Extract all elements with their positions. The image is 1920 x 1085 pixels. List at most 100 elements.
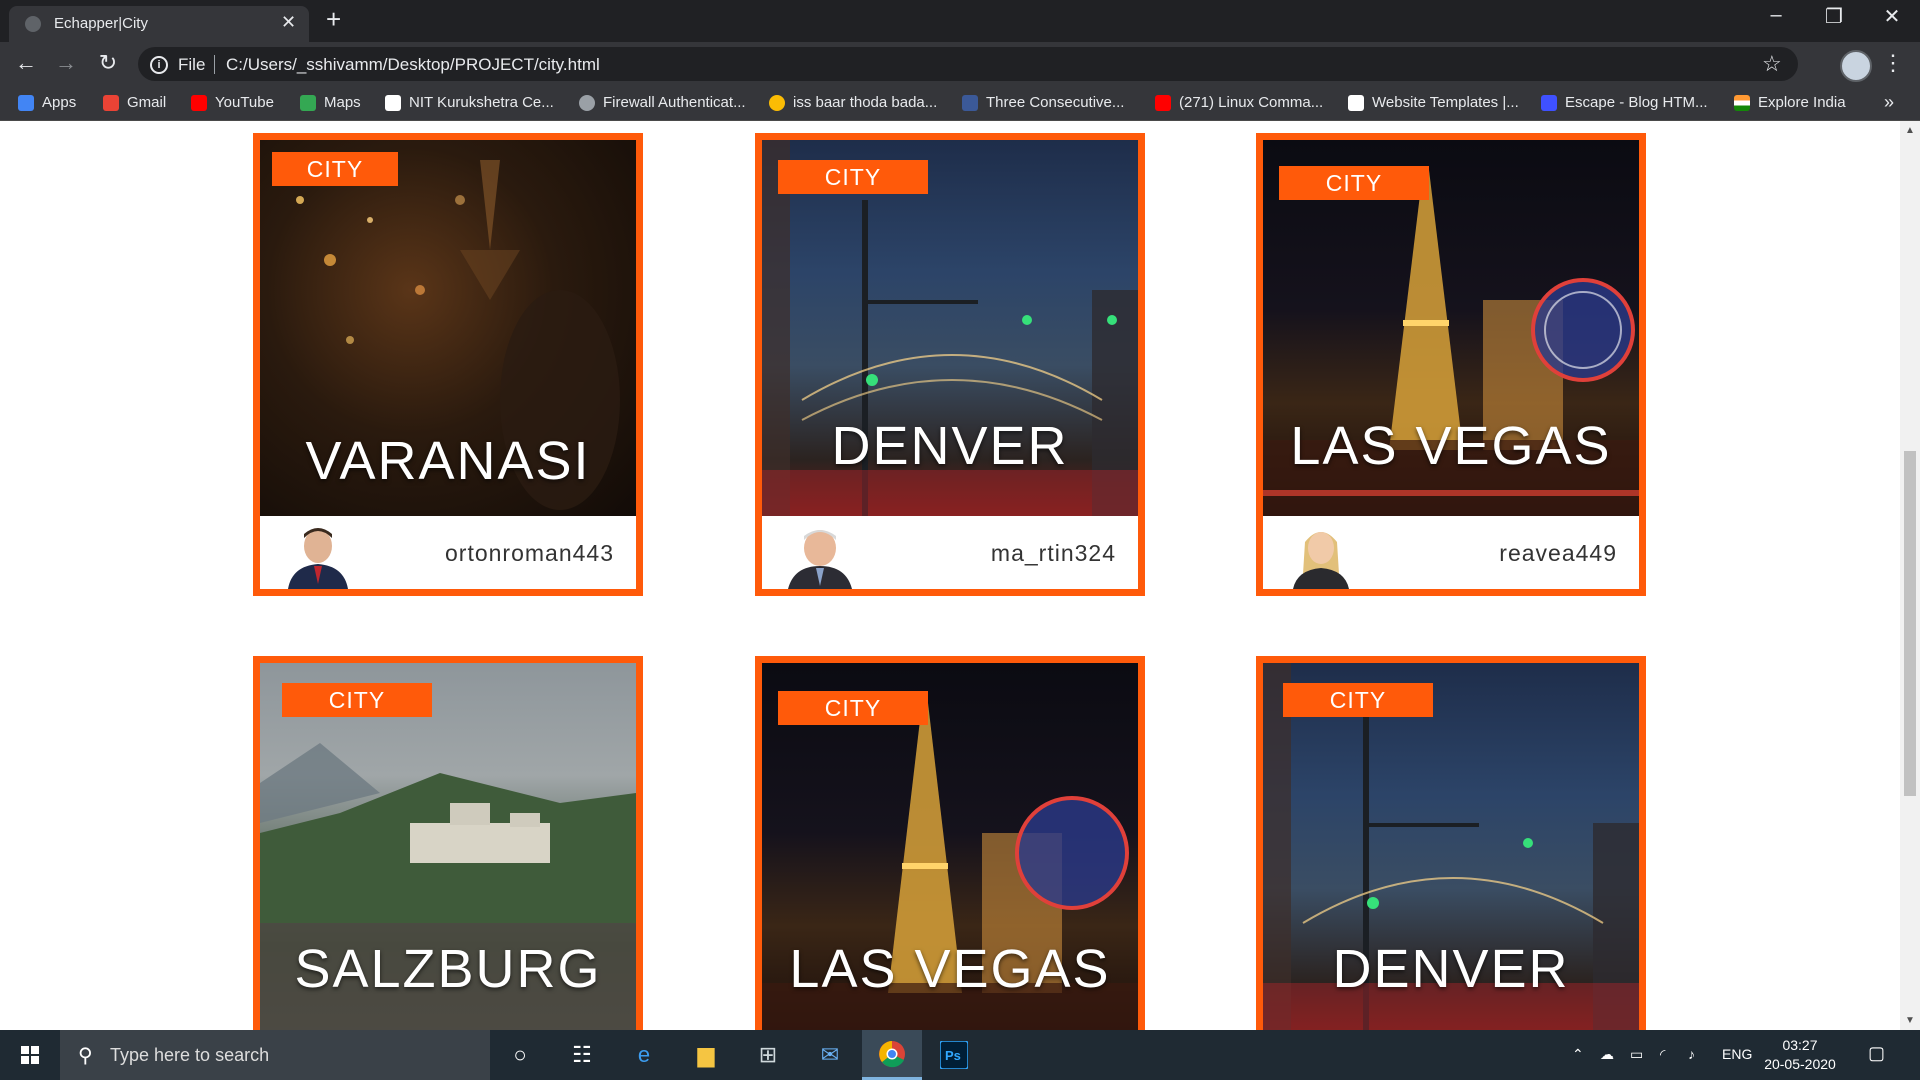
bookmark-label: Three Consecutive... (986, 94, 1125, 111)
restore-icon[interactable]: ❐ (1806, 4, 1862, 29)
back-icon[interactable]: ← (10, 50, 42, 76)
store-icon[interactable]: ⊞ (738, 1030, 798, 1080)
bookmark-iss-baar[interactable]: iss baar thoda bada... (769, 94, 937, 111)
mail-icon[interactable]: ✉ (800, 1030, 860, 1080)
bookmark-firewall[interactable]: Firewall Authenticat... (579, 94, 746, 111)
scroll-down-arrow-icon[interactable]: ▼ (1900, 1015, 1920, 1026)
forward-icon[interactable]: → (50, 50, 82, 76)
city-card[interactable]: CITY DENVER ma_rtin324 (755, 133, 1145, 596)
taskbar-search-box[interactable]: ⚲ Type here to search (60, 1030, 490, 1080)
bookmark-gmail[interactable]: Gmail (103, 94, 166, 111)
smiley-icon (769, 94, 785, 111)
notifications-icon[interactable]: ▢ (1868, 1043, 1885, 1064)
bookmark-three-consecutive[interactable]: Three Consecutive... (962, 94, 1124, 111)
city-image: CITY LAS VEGAS (1263, 140, 1639, 516)
address-bar[interactable]: i File C:/Users/_sshivamm/Desktop/PROJEC… (138, 47, 1798, 81)
city-card[interactable]: CITY LAS VEGAS (755, 656, 1145, 1030)
system-clock[interactable]: 03:27 20-05-2020 (1752, 1036, 1848, 1074)
city-name: LAS VEGAS (1290, 416, 1612, 476)
tab-favicon-icon (25, 16, 41, 32)
window-close-icon[interactable]: ✕ (1864, 4, 1920, 29)
bookmark-nit-kurukshetra[interactable]: NIT Kurukshetra Ce... (385, 94, 554, 111)
city-card[interactable]: CITY VARANASI ortonroman443 (253, 133, 643, 596)
city-card[interactable]: CITY SALZBURG (253, 656, 643, 1030)
maps-icon (300, 94, 316, 111)
battery-icon[interactable]: ▭ (1630, 1046, 1643, 1063)
category-badge[interactable]: CITY (282, 683, 432, 717)
volume-icon[interactable]: ♪ (1688, 1046, 1695, 1062)
cortana-icon[interactable]: ○ (490, 1030, 550, 1080)
author-avatar (1285, 522, 1357, 589)
bookmark-apps[interactable]: Apps (18, 94, 76, 111)
edge-icon[interactable]: e (614, 1030, 674, 1080)
language-indicator[interactable]: ENG (1722, 1046, 1752, 1062)
bookmark-youtube[interactable]: YouTube (191, 94, 274, 111)
bookmark-website-templates[interactable]: Website Templates |... (1348, 94, 1519, 111)
svg-text:Ps: Ps (945, 1048, 961, 1063)
city-image: CITY SALZBURG (260, 663, 636, 1030)
address-separator (214, 55, 215, 74)
bookmark-escape-blog[interactable]: Escape - Blog HTM... (1541, 94, 1708, 111)
globe-icon (579, 94, 595, 111)
city-card[interactable]: CITY DENVER (1256, 656, 1646, 1030)
windows-logo-icon (21, 1046, 39, 1064)
minimize-icon[interactable]: – (1748, 4, 1804, 27)
onedrive-icon[interactable]: ☁ (1600, 1046, 1614, 1063)
category-badge[interactable]: CITY (778, 691, 928, 725)
bookmark-label: NIT Kurukshetra Ce... (409, 94, 554, 111)
bookmarks-bar: Apps Gmail YouTube Maps NIT Kurukshetra … (0, 88, 1920, 121)
page-content: CITY VARANASI ortonroman443 CITY DENVER … (0, 121, 1900, 1030)
category-badge[interactable]: CITY (778, 160, 928, 194)
scroll-thumb[interactable] (1904, 451, 1916, 796)
category-badge[interactable]: CITY (272, 152, 398, 186)
india-flag-icon (1734, 94, 1750, 111)
city-name: VARANASI (305, 431, 591, 491)
start-button[interactable] (0, 1030, 60, 1080)
bookmark-label: Gmail (127, 94, 167, 111)
bookmark-label: Apps (42, 94, 77, 111)
bookmark-label: Explore India (1758, 94, 1846, 111)
city-image: CITY VARANASI (260, 140, 636, 516)
bookmark-star-icon[interactable]: ☆ (1762, 51, 1782, 77)
city-card[interactable]: CITY LAS VEGAS reavea449 (1256, 133, 1646, 596)
bookmark-explore-india[interactable]: Explore India (1734, 94, 1846, 111)
reload-icon[interactable]: ↻ (92, 50, 124, 76)
profile-avatar[interactable] (1840, 50, 1872, 82)
url-text[interactable]: C:/Users/_sshivamm/Desktop/PROJECT/city.… (226, 55, 600, 75)
city-name: DENVER (831, 416, 1069, 476)
nit-kurukshetra-icon (385, 94, 401, 111)
photoshop-icon[interactable]: Ps (924, 1030, 984, 1080)
file-explorer-icon[interactable]: ▆ (676, 1030, 736, 1080)
bookmark-linux-commands[interactable]: (271) Linux Comma... (1155, 94, 1323, 111)
bookmark-label: YouTube (215, 94, 274, 111)
author-name[interactable]: ma_rtin324 (991, 540, 1116, 567)
scroll-up-arrow-icon[interactable]: ▲ (1900, 125, 1920, 136)
browser-menu-icon[interactable]: ⋮ (1882, 50, 1904, 76)
chrome-icon[interactable] (862, 1030, 922, 1080)
category-badge[interactable]: CITY (1283, 683, 1433, 717)
city-name: LAS VEGAS (789, 939, 1111, 999)
bookmarks-overflow-icon[interactable]: » (1884, 92, 1894, 113)
card-author: ortonroman443 (260, 516, 636, 589)
tab-close-icon[interactable]: ✕ (281, 12, 296, 33)
bookmark-label: Maps (324, 94, 361, 111)
wifi-icon[interactable]: ◜ (1660, 1046, 1665, 1063)
new-tab-button[interactable]: + (326, 6, 341, 32)
bookmark-maps[interactable]: Maps (300, 94, 361, 111)
card-author: reavea449 (1263, 516, 1639, 589)
site-info-icon[interactable]: i (150, 56, 168, 74)
browser-tab[interactable]: Echapper|City ✕ (9, 6, 309, 42)
tray-chevron-icon[interactable]: ⌃ (1572, 1046, 1584, 1063)
task-view-icon[interactable]: ☷ (552, 1030, 612, 1080)
author-name[interactable]: ortonroman443 (445, 540, 614, 567)
wix-icon (1348, 94, 1364, 111)
youtube-icon (1155, 94, 1171, 111)
site-icon (962, 94, 978, 111)
search-icon: ⚲ (78, 1045, 93, 1067)
author-avatar (282, 522, 354, 589)
category-badge[interactable]: CITY (1279, 166, 1429, 200)
author-name[interactable]: reavea449 (1499, 540, 1617, 567)
page-scrollbar[interactable]: ▲ ▼ (1900, 121, 1920, 1030)
bookmark-label: iss baar thoda bada... (793, 94, 938, 111)
bookmark-label: Firewall Authenticat... (603, 94, 746, 111)
